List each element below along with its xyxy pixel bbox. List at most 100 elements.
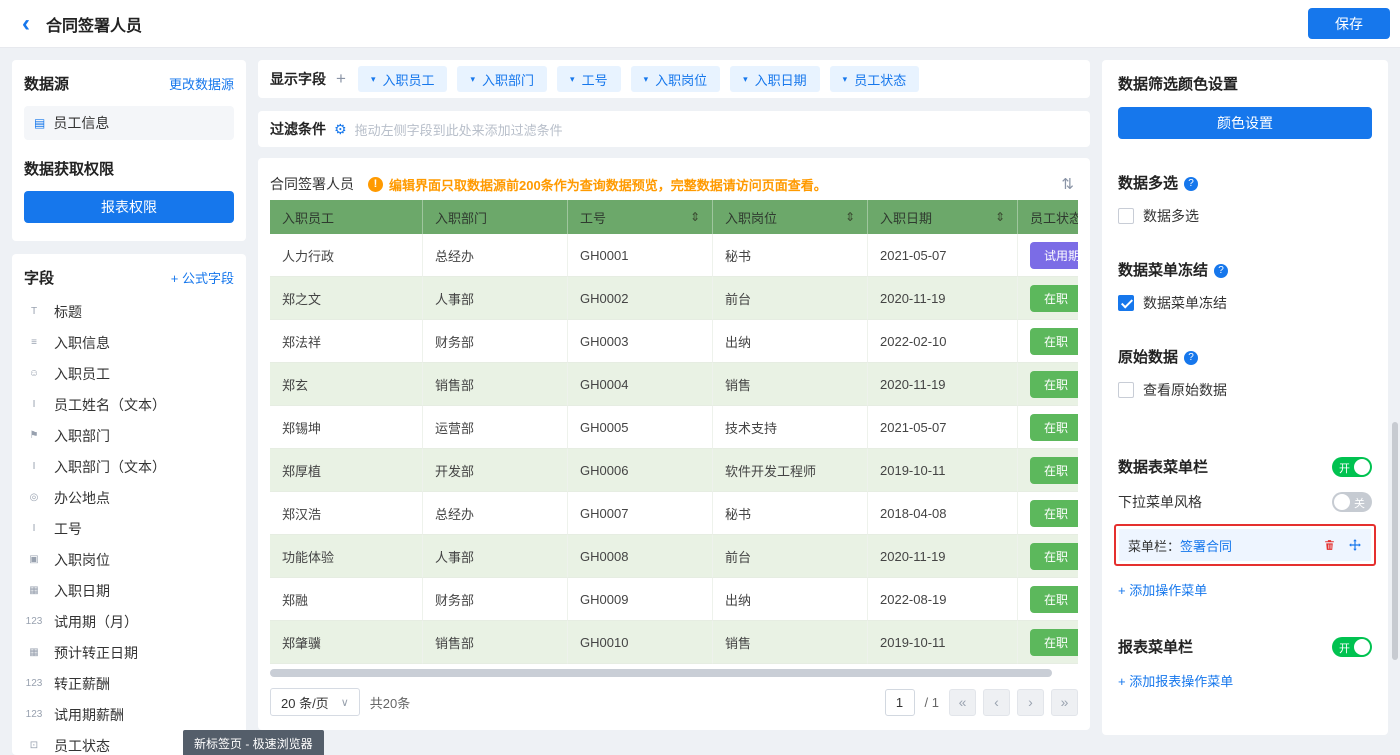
column-header[interactable]: 入职部门 — [423, 200, 568, 234]
table-row[interactable]: 郑厚植 开发部 GH0006 软件开发工程师 2019-10-11 在职 — [270, 449, 1078, 492]
field-label: 预计转正日期 — [54, 643, 138, 663]
table-row[interactable]: 郑融 财务部 GH0009 出纳 2022-08-19 在职 — [270, 578, 1078, 621]
page-size-select[interactable]: 20 条/页 ∨ — [270, 688, 360, 716]
sort-icon[interactable]: ⇕ — [690, 210, 700, 224]
table-row[interactable]: 郑锡坤 运营部 GH0005 技术支持 2021-05-07 在职 — [270, 406, 1078, 449]
add-report-action-menu-link[interactable]: + 添加报表操作菜单 — [1118, 671, 1233, 690]
cell-department: 财务部 — [423, 578, 568, 621]
field-label: 转正薪酬 — [54, 674, 110, 694]
column-header[interactable]: 入职日期 ⇕ — [868, 200, 1018, 234]
cell-status: 在职 — [1018, 406, 1078, 449]
cell-position: 秘书 — [713, 234, 868, 277]
help-icon[interactable]: ? — [1184, 177, 1198, 191]
field-item[interactable]: 123 试用期（月） — [24, 606, 234, 637]
report-menu-toggle[interactable]: 开 — [1332, 637, 1372, 657]
menu-freeze-checkbox[interactable] — [1118, 295, 1134, 311]
field-item[interactable]: ▣ 入职岗位 — [24, 544, 234, 575]
page-number-input[interactable] — [885, 689, 915, 716]
department-icon: ⚑ — [24, 430, 44, 441]
change-datasource-link[interactable]: 更改数据源 — [169, 74, 234, 93]
column-header[interactable]: 员工状态 — [1018, 200, 1078, 234]
horizontal-scrollbar-thumb[interactable] — [270, 669, 1052, 677]
menu-item-row[interactable]: 菜单栏： 签署合同 — [1119, 529, 1371, 561]
add-display-field-button[interactable]: + — [336, 69, 346, 89]
field-item[interactable]: ▦ 入职日期 — [24, 575, 234, 606]
field-label: 员工姓名（文本） — [54, 395, 166, 415]
field-item[interactable]: I 入职部门（文本） — [24, 451, 234, 482]
cell-position: 前台 — [713, 277, 868, 320]
cell-employee: 郑融 — [270, 578, 423, 621]
field-item[interactable]: ≡ 入职信息 — [24, 327, 234, 358]
table-row[interactable]: 郑汉浩 总经办 GH0007 秘书 2018-04-08 在职 — [270, 492, 1078, 535]
field-item[interactable]: ◎ 办公地点 — [24, 482, 234, 513]
table-row[interactable]: 人力行政 总经办 GH0001 秘书 2021-05-07 试用期 — [270, 234, 1078, 277]
multi-select-checkbox[interactable] — [1118, 208, 1134, 224]
table-row[interactable]: 郑之文 人事部 GH0002 前台 2020-11-19 在职 — [270, 277, 1078, 320]
cell-status: 在职 — [1018, 535, 1078, 578]
table-row[interactable]: 郑肇骥 销售部 GH0010 销售 2019-10-11 在职 — [270, 621, 1078, 664]
table-row[interactable]: 功能体验 人事部 GH0008 前台 2020-11-19 在职 — [270, 535, 1078, 578]
color-settings-title: 数据筛选颜色设置 — [1118, 73, 1372, 94]
delete-icon[interactable] — [1323, 538, 1336, 552]
sort-icon[interactable]: ⇕ — [995, 210, 1005, 224]
raw-data-option[interactable]: 查看原始数据 — [1118, 380, 1372, 400]
field-item[interactable]: 123 试用期薪酬 — [24, 699, 234, 730]
field-item[interactable]: 123 转正薪酬 — [24, 668, 234, 699]
toggle-off-label: 关 — [1354, 495, 1365, 511]
field-label: 入职部门 — [54, 426, 110, 446]
column-header[interactable]: 入职员工 — [270, 200, 423, 234]
display-field-chip[interactable]: ▾ 入职日期 — [730, 66, 820, 92]
table-row[interactable]: 郑玄 销售部 GH0004 销售 2020-11-19 在职 — [270, 363, 1078, 406]
vertical-scrollbar[interactable] — [1392, 422, 1398, 660]
color-settings-button[interactable]: 颜色设置 — [1118, 107, 1372, 139]
add-action-menu-link[interactable]: + 添加操作菜单 — [1118, 580, 1207, 599]
position-icon: ▣ — [24, 554, 44, 565]
toggle-knob — [1334, 494, 1350, 510]
move-icon[interactable] — [1348, 538, 1362, 552]
sort-icon[interactable]: ⇕ — [845, 210, 855, 224]
warning-icon: ! — [368, 177, 383, 192]
permission-title: 数据获取权限 — [24, 158, 234, 179]
display-field-chip[interactable]: ▾ 入职岗位 — [631, 66, 721, 92]
save-button[interactable]: 保存 — [1308, 8, 1390, 39]
next-page-button[interactable]: › — [1017, 689, 1044, 716]
table-row[interactable]: 郑法祥 财务部 GH0003 出纳 2022-02-10 在职 — [270, 320, 1078, 363]
column-header[interactable]: 工号 ⇕ — [568, 200, 713, 234]
display-fields-bar: 显示字段 + ▾ 入职员工 ▾ 入职部门 ▾ 工号 — [258, 60, 1090, 98]
report-permission-button[interactable]: 报表权限 — [24, 191, 234, 223]
last-page-button[interactable]: » — [1051, 689, 1078, 716]
help-icon[interactable]: ? — [1214, 264, 1228, 278]
first-page-button[interactable]: « — [949, 689, 976, 716]
display-field-chip[interactable]: ▾ 入职部门 — [457, 66, 547, 92]
field-label: 员工状态 — [54, 736, 110, 755]
datasource-card: 数据源 更改数据源 ▤ 员工信息 数据获取权限 报表权限 — [12, 60, 246, 241]
gear-icon[interactable]: ⚙ — [334, 121, 347, 138]
display-field-chip[interactable]: ▾ 员工状态 — [830, 66, 920, 92]
raw-data-checkbox[interactable] — [1118, 382, 1134, 398]
table-menu-toggle[interactable]: 开 — [1332, 457, 1372, 477]
field-list: T 标题 ≡ 入职信息 ☺ 入职员工 I 员工 — [24, 296, 234, 755]
field-item[interactable]: ☺ 入职员工 — [24, 358, 234, 389]
field-item[interactable]: I 工号 — [24, 513, 234, 544]
multi-select-option[interactable]: 数据多选 — [1118, 206, 1372, 226]
datasource-item[interactable]: ▤ 员工信息 — [24, 106, 234, 140]
horizontal-scrollbar[interactable] — [270, 669, 1078, 677]
field-item[interactable]: I 员工姓名（文本） — [24, 389, 234, 420]
field-item[interactable]: ⚑ 入职部门 — [24, 420, 234, 451]
menu-freeze-option[interactable]: 数据菜单冻结 — [1118, 293, 1372, 313]
display-field-chip[interactable]: ▾ 工号 — [557, 66, 621, 92]
field-item[interactable]: T 标题 — [24, 296, 234, 327]
dropdown-style-toggle[interactable]: 关 — [1332, 492, 1372, 512]
prev-page-button[interactable]: ‹ — [983, 689, 1010, 716]
display-field-chip[interactable]: ▾ 入职员工 — [358, 66, 448, 92]
formula-field-link[interactable]: + 公式字段 — [171, 268, 234, 287]
cell-employee-id: GH0008 — [568, 535, 713, 578]
field-item[interactable]: ▦ 预计转正日期 — [24, 637, 234, 668]
column-label: 入职岗位 — [725, 208, 777, 227]
sort-order-icon[interactable]: ⇅ — [1057, 175, 1078, 193]
help-icon[interactable]: ? — [1184, 351, 1198, 365]
filter-bar: 过滤条件 ⚙ 拖动左侧字段到此处来添加过滤条件 — [258, 111, 1090, 147]
back-button[interactable]: ‹ — [22, 12, 30, 36]
column-header[interactable]: 入职岗位 ⇕ — [713, 200, 868, 234]
cell-status: 在职 — [1018, 449, 1078, 492]
